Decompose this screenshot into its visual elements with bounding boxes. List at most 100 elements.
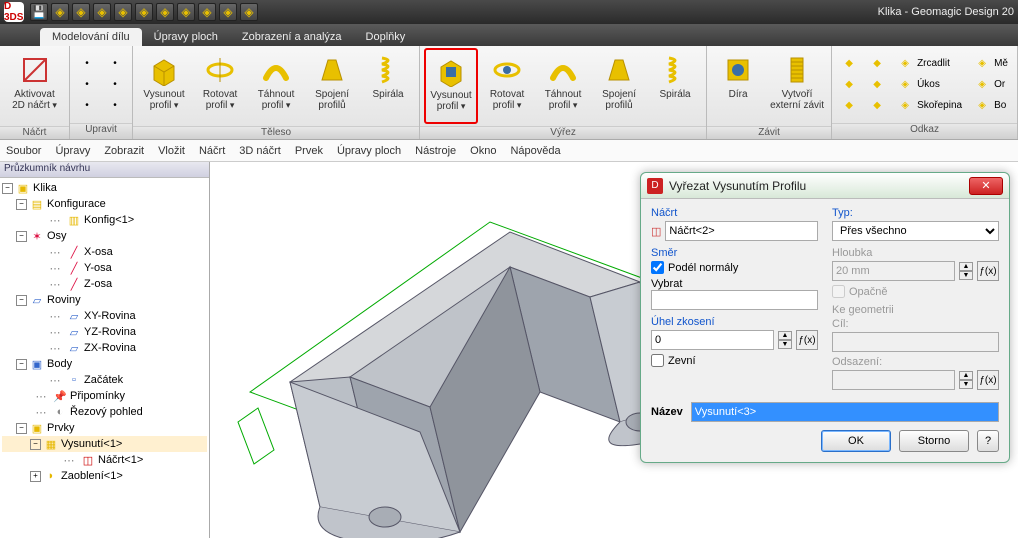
qat-cube-7[interactable]: ◈ <box>177 3 195 21</box>
qat-save[interactable]: 💾 <box>30 3 48 21</box>
group-sketch: Aktivovat 2D náčrt Náčrt <box>0 46 70 139</box>
draft-angle-spinner[interactable]: ▲▼ <box>778 331 792 349</box>
qat-cube-8[interactable]: ◈ <box>198 3 216 21</box>
tree-config[interactable]: −▤Konfigurace <box>2 196 207 212</box>
menu-surfaces[interactable]: Úpravy ploch <box>337 145 401 157</box>
hole-button[interactable]: Díra <box>711 48 765 124</box>
tab-view[interactable]: Zobrazení a analýza <box>230 28 354 46</box>
quick-access-toolbar: 💾 ◈ ◈ ◈ ◈ ◈ ◈ ◈ ◈ ◈ ◈ <box>30 3 258 21</box>
along-normal-input[interactable] <box>651 261 664 274</box>
helix-boss-button[interactable]: Spirála <box>361 48 415 124</box>
draft-button[interactable]: ◈Úkos <box>892 75 967 95</box>
type-select[interactable]: Přes všechno <box>832 221 999 241</box>
ref-bo-button[interactable]: ◈Bo <box>969 96 1013 116</box>
qat-cube-1[interactable]: ◈ <box>51 3 69 21</box>
qat-cube-10[interactable]: ◈ <box>240 3 258 21</box>
qat-cube-3[interactable]: ◈ <box>93 3 111 21</box>
menu-edit[interactable]: Úpravy <box>55 145 90 157</box>
sweep-boss-button[interactable]: Táhnout profil <box>249 48 303 124</box>
mirror-label: Zrcadlit <box>917 58 950 69</box>
dialog-titlebar[interactable]: D Vyřezat Vysunutím Profilu ✕ <box>641 173 1009 199</box>
ext-thread-button[interactable]: Vytvoří externí závit <box>767 48 827 124</box>
tree-features[interactable]: −▣Prvky <box>2 420 207 436</box>
depth-fx-button[interactable]: ƒ(x) <box>977 261 999 281</box>
ref-small-b1[interactable]: ◆ <box>864 54 890 74</box>
ref-small-b2[interactable]: ◆ <box>864 75 890 95</box>
tab-addins[interactable]: Doplňky <box>354 28 418 46</box>
menu-insert[interactable]: Vložit <box>158 145 185 157</box>
outward-checkbox[interactable]: Zevní <box>651 354 818 367</box>
along-normal-checkbox[interactable]: Podél normály <box>651 261 818 274</box>
help-button[interactable]: ? <box>977 430 999 452</box>
edit-small-3[interactable]: • <box>74 96 100 116</box>
tree-xy[interactable]: ⋯▱XY-Rovina <box>2 308 207 324</box>
tree-zx[interactable]: ⋯▱ZX-Rovina <box>2 340 207 356</box>
menu-file[interactable]: Soubor <box>6 145 41 157</box>
menu-sketch[interactable]: Náčrt <box>199 145 225 157</box>
qat-cube-4[interactable]: ◈ <box>114 3 132 21</box>
tree-body[interactable]: −▣Body <box>2 356 207 372</box>
direction-select-input[interactable] <box>651 290 818 310</box>
loft-cut-button[interactable]: Spojení profilů <box>592 48 646 124</box>
tree-yaxis[interactable]: ⋯╱Y-osa <box>2 260 207 276</box>
activate-2d-sketch-button[interactable]: Aktivovat 2D náčrt <box>4 48 65 124</box>
qat-cube-6[interactable]: ◈ <box>156 3 174 21</box>
menu-help[interactable]: Nápověda <box>510 145 560 157</box>
menu-feature[interactable]: Prvek <box>295 145 323 157</box>
edit-small-1[interactable]: • <box>74 54 100 74</box>
ref-small-b3[interactable]: ◆ <box>864 96 890 116</box>
loft-boss-button[interactable]: Spojení profilů <box>305 48 359 124</box>
tree-sketch1[interactable]: ⋯◫Náčrt<1> <box>2 452 207 468</box>
shell-button[interactable]: ◈Skořepina <box>892 96 967 116</box>
tree-fillet1[interactable]: +◗Zaoblení<1> <box>2 468 207 484</box>
draft-angle-fx-button[interactable]: ƒ(x) <box>796 330 818 350</box>
extrude-boss-button[interactable]: Vysunout profil <box>137 48 191 124</box>
revolve-boss-button[interactable]: Rotovat profil <box>193 48 247 124</box>
tree-zaxis[interactable]: ⋯╱Z-osa <box>2 276 207 292</box>
ok-button[interactable]: OK <box>821 430 891 452</box>
tree-root[interactable]: −▣Klika <box>2 180 207 196</box>
design-tree[interactable]: −▣Klika −▤Konfigurace ⋯▥Konfig<1> −✶Osy … <box>0 178 209 538</box>
edit-small-5[interactable]: • <box>102 75 128 95</box>
ref-or-button[interactable]: ◈Or <box>969 75 1013 95</box>
ref-small-a1[interactable]: ◆ <box>836 54 862 74</box>
tab-surfaces[interactable]: Úpravy ploch <box>142 28 230 46</box>
tab-modeling[interactable]: Modelování dílu <box>40 28 142 46</box>
qat-cube-5[interactable]: ◈ <box>135 3 153 21</box>
tree-yz[interactable]: ⋯▱YZ-Rovina <box>2 324 207 340</box>
edit-small-6[interactable]: • <box>102 96 128 116</box>
dialog-close-button[interactable]: ✕ <box>969 177 1003 195</box>
tree-section[interactable]: ⋯◐Řezový pohled <box>2 404 207 420</box>
menu-window[interactable]: Okno <box>470 145 496 157</box>
qat-cube-9[interactable]: ◈ <box>219 3 237 21</box>
tree-axes[interactable]: −✶Osy <box>2 228 207 244</box>
extrude-cut-button[interactable]: Vysunout profil <box>424 48 478 124</box>
edit-small-2[interactable]: • <box>74 75 100 95</box>
tree-start[interactable]: ⋯▫Začátek <box>2 372 207 388</box>
ref-small-a2[interactable]: ◆ <box>836 75 862 95</box>
tree-config1[interactable]: ⋯▥Konfig<1> <box>2 212 207 228</box>
cancel-button[interactable]: Storno <box>899 430 969 452</box>
sweep-cut-button[interactable]: Táhnout profil <box>536 48 590 124</box>
group-ref-label: Odkaz <box>832 123 1017 139</box>
revolve-cut-button[interactable]: Rotovat profil <box>480 48 534 124</box>
name-input[interactable] <box>691 402 999 422</box>
mirror-button[interactable]: ◈Zrcadlit <box>892 54 967 74</box>
ribbon-tabs: Modelování dílu Úpravy ploch Zobrazení a… <box>0 24 1018 46</box>
tree-xaxis[interactable]: ⋯╱X-osa <box>2 244 207 260</box>
qat-cube-2[interactable]: ◈ <box>72 3 90 21</box>
ref-small-a3[interactable]: ◆ <box>836 96 862 116</box>
tree-extrude1[interactable]: −▦Vysunutí<1> <box>2 436 207 452</box>
ref-me-button[interactable]: ◈Mě <box>969 54 1013 74</box>
sketch-input[interactable] <box>665 221 818 241</box>
menu-3dsketch[interactable]: 3D náčrt <box>239 145 281 157</box>
menu-view[interactable]: Zobrazit <box>104 145 144 157</box>
tree-notes[interactable]: ⋯📌Připomínky <box>2 388 207 404</box>
outward-input[interactable] <box>651 354 664 367</box>
tree-planes[interactable]: −▱Roviny <box>2 292 207 308</box>
name-label: Název <box>651 406 683 418</box>
menu-tools[interactable]: Nástroje <box>415 145 456 157</box>
draft-angle-input[interactable] <box>651 330 774 350</box>
helix-cut-button[interactable]: Spirála <box>648 48 702 124</box>
edit-small-4[interactable]: • <box>102 54 128 74</box>
